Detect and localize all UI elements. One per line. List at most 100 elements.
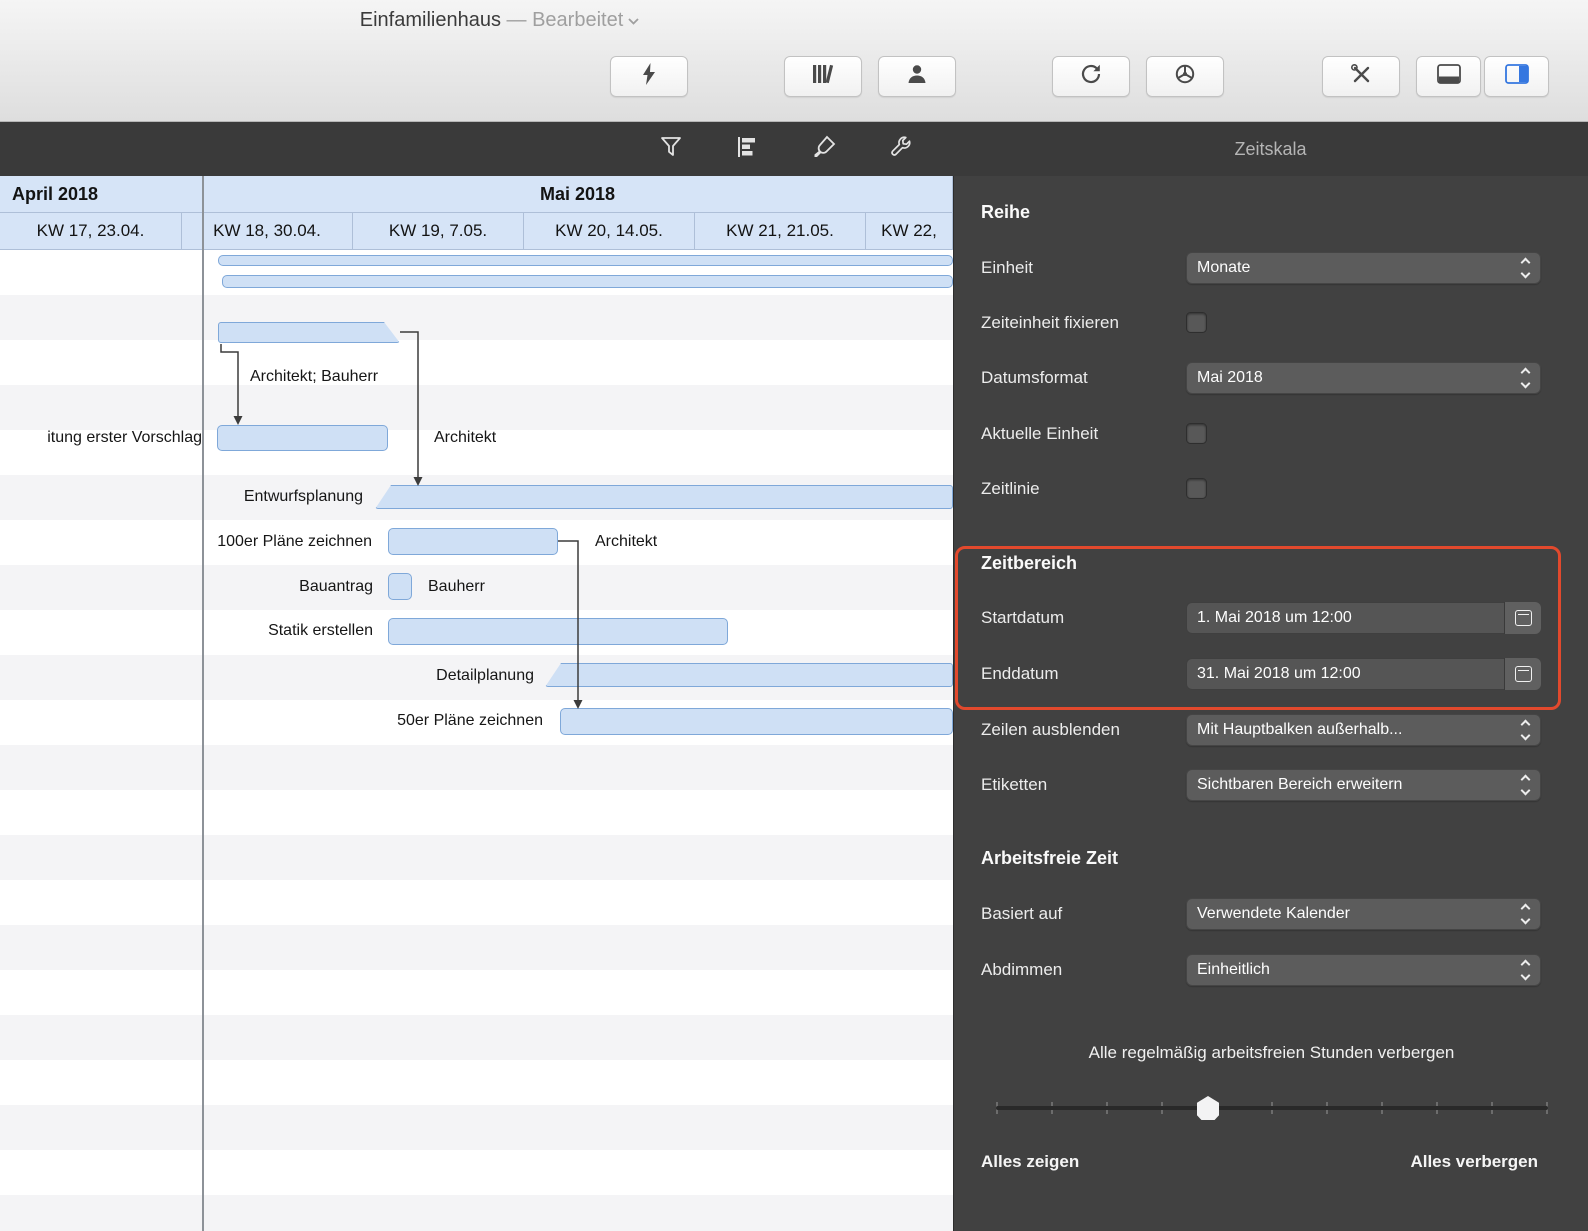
project-summary-bar[interactable] <box>218 255 953 266</box>
style-button[interactable] <box>801 122 847 176</box>
startdatum-label: Startdatum <box>981 602 1064 634</box>
aktuelle-einheit-checkbox[interactable] <box>1186 423 1207 444</box>
section-heading-arbeitsfreie-zeit: Arbeitsfreie Zeit <box>981 844 1118 872</box>
show-all-button[interactable]: Alles zeigen <box>981 1148 1079 1176</box>
network-button[interactable] <box>1146 56 1224 97</box>
wrench-icon <box>888 134 914 165</box>
phase-summary-bar[interactable] <box>222 275 953 288</box>
startdatum-field[interactable]: 1. Mai 2018 um 12:00 <box>1186 602 1541 634</box>
task-bar-bauantrag[interactable] <box>388 573 412 600</box>
group-bar-detailplanung[interactable] <box>545 663 953 687</box>
user-icon <box>905 62 929 91</box>
week-header[interactable]: KW 21, 21.05. <box>695 213 866 250</box>
enddatum-value: 31. Mai 2018 um 12:00 <box>1186 658 1504 690</box>
inspector-toggle[interactable] <box>1484 56 1549 97</box>
hide-all-button[interactable]: Alles verbergen <box>1410 1148 1538 1176</box>
enddatum-calendar-button[interactable] <box>1504 658 1541 690</box>
zeiteinheit-fixieren-checkbox[interactable] <box>1186 312 1207 333</box>
task-bar-100er-plaene[interactable] <box>388 528 558 555</box>
week-header[interactable]: KW 22, <box>866 213 953 250</box>
library-button[interactable] <box>784 56 862 97</box>
datumsformat-label: Datumsformat <box>981 362 1088 394</box>
inspector-title: Zeitskala <box>953 122 1588 176</box>
group-label-detailplanung: Detailplanung <box>394 666 534 686</box>
flash-button[interactable] <box>610 56 688 97</box>
stepper-chevrons-icon <box>1512 961 1538 979</box>
abdimmen-select[interactable]: Einheitlich <box>1186 954 1541 986</box>
settings-button[interactable] <box>878 122 924 176</box>
library-icon <box>810 62 836 91</box>
brush-icon <box>811 134 837 165</box>
section-heading-zeitbereich: Zeitbereich <box>981 549 1077 577</box>
nonworking-hours-slider[interactable] <box>996 1095 1548 1121</box>
sync-button[interactable] <box>1052 56 1130 97</box>
datumsformat-select[interactable]: Mai 2018 <box>1186 362 1541 394</box>
slider-thumb[interactable] <box>1197 1096 1219 1120</box>
nonworking-hours-slider-label: Alle regelmäßig arbeitsfreien Stunden ve… <box>954 1040 1588 1066</box>
window-titlebar: Einfamilienhaus — Bearbeitet <box>0 0 1588 122</box>
task-label-bauantrag: Bauantrag <box>233 577 373 597</box>
task-bar-statik[interactable] <box>388 618 728 645</box>
tools-button[interactable] <box>1322 56 1400 97</box>
month-boundary-line <box>202 176 204 1231</box>
zeitlinie-label: Zeitlinie <box>981 473 1040 505</box>
stepper-chevrons-icon <box>1512 905 1538 923</box>
enddatum-field[interactable]: 31. Mai 2018 um 12:00 <box>1186 658 1541 690</box>
abdimmen-value: Einheitlich <box>1186 961 1512 979</box>
task-label-50er: 50er Pläne zeichnen <box>303 711 543 731</box>
group-bar-entwurfsplanung[interactable] <box>375 485 953 509</box>
datumsformat-value: Mai 2018 <box>1186 369 1512 387</box>
bottom-panel-toggle[interactable] <box>1416 56 1481 97</box>
zeiteinheit-fixieren-label: Zeiteinheit fixieren <box>981 307 1119 339</box>
aktuelle-einheit-label: Aktuelle Einheit <box>981 418 1098 450</box>
app-window: Einfamilienhaus — Bearbeitet <box>0 0 1588 1231</box>
group-label-entwurfsplanung: Entwurfsplanung <box>163 487 363 507</box>
task-label-vorschlag: itung erster Vorschlag <box>0 428 202 448</box>
stepper-chevrons-icon <box>1512 369 1538 387</box>
task-bar-50er-plaene[interactable] <box>560 708 953 735</box>
stepper-chevrons-icon <box>1512 776 1538 794</box>
stepper-chevrons-icon <box>1512 721 1538 739</box>
week-header[interactable]: KW 19, 7.05. <box>353 213 524 250</box>
week-header[interactable]: KW 18, 30.04. <box>182 213 353 250</box>
enddatum-label: Enddatum <box>981 658 1059 690</box>
einheit-select[interactable]: Monate <box>1186 252 1541 284</box>
filter-icon <box>658 134 684 165</box>
basiert-auf-value: Verwendete Kalender <box>1186 905 1512 923</box>
resource-label: Architekt; Bauherr <box>250 367 378 387</box>
sync-icon <box>1079 62 1103 91</box>
zeitlinie-checkbox[interactable] <box>1186 478 1207 499</box>
wheel-icon <box>1173 62 1197 91</box>
filter-button[interactable] <box>648 122 694 176</box>
etiketten-label: Etiketten <box>981 769 1047 801</box>
basiert-auf-label: Basiert auf <box>981 898 1062 930</box>
group-bar-vorprojekt[interactable] <box>218 322 400 343</box>
section-heading-reihe: Reihe <box>981 198 1030 226</box>
week-header[interactable]: KW 17, 23.04. <box>0 213 182 250</box>
outline-icon <box>734 134 760 165</box>
window-title: Einfamilienhaus — Bearbeitet <box>0 9 1000 32</box>
resources-button[interactable] <box>878 56 956 97</box>
inspector-panel: Reihe Einheit Monate Zeiteinheit fixiere… <box>953 176 1588 1231</box>
etiketten-select[interactable]: Sichtbaren Bereich erweitern <box>1186 769 1541 801</box>
week-header[interactable]: KW 20, 14.05. <box>524 213 695 250</box>
resource-label: Bauherr <box>428 577 485 597</box>
chevron-down-icon[interactable] <box>627 9 640 31</box>
resource-label: Architekt <box>434 428 496 448</box>
zeilen-ausblenden-label: Zeilen ausblenden <box>981 714 1120 746</box>
gantt-body: Architekt; Bauherr itung erster Vorschla… <box>0 250 953 1231</box>
basiert-auf-select[interactable]: Verwendete Kalender <box>1186 898 1541 930</box>
calendar-icon <box>1515 666 1532 682</box>
slider-track[interactable] <box>996 1106 1548 1110</box>
zeilen-ausblenden-select[interactable]: Mit Hauptbalken außerhalb... <box>1186 714 1541 746</box>
tools-icon <box>1349 62 1373 91</box>
month-header-mai[interactable]: Mai 2018 <box>203 176 953 213</box>
stepper-chevrons-icon <box>1512 259 1538 277</box>
einheit-label: Einheit <box>981 252 1033 284</box>
document-title: Einfamilienhaus <box>360 9 501 31</box>
task-bar-vorschlag[interactable] <box>217 425 388 451</box>
startdatum-calendar-button[interactable] <box>1504 602 1541 634</box>
outline-button[interactable] <box>724 122 770 176</box>
right-panel-icon <box>1504 63 1530 90</box>
month-header-april[interactable]: April 2018 <box>0 176 203 213</box>
